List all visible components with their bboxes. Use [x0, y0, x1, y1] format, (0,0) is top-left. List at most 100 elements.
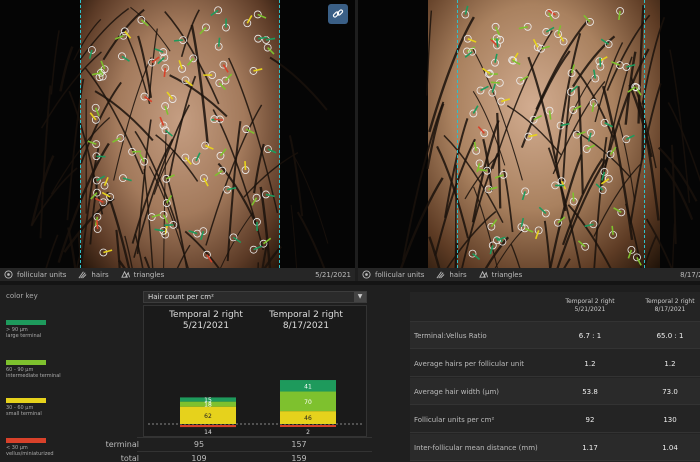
- color-swatch: [6, 398, 46, 403]
- hair-count-chart-panel: Hair count per cm² ▼ Temporal 2 right 5/…: [106, 285, 372, 462]
- hair-strand: [296, 211, 326, 268]
- row-value: 6.7 : 1: [578, 332, 602, 340]
- terminal-value: 157: [291, 440, 307, 449]
- color-swatch: [6, 360, 46, 365]
- column-date: 5/21/2021: [574, 306, 606, 313]
- row-value: 1.2: [584, 360, 596, 368]
- hair-strand: [39, 85, 52, 239]
- left-image-pane[interactable]: [0, 0, 355, 268]
- bar-value-label: 14: [204, 429, 212, 436]
- row-value: 1.17: [582, 444, 598, 452]
- bar-value-label: 2: [306, 429, 310, 436]
- bar-value-label: 41: [304, 383, 312, 390]
- row-value: 53.8: [582, 388, 598, 396]
- table-row: Inter-follicular mean distance (mm) 1.17 1…: [410, 434, 700, 461]
- row-value: 1.2: [664, 360, 676, 368]
- color-key-title: color key: [6, 292, 38, 300]
- stacked-bar-chart: Temporal 2 right 5/21/2021 Temporal 2 ri…: [143, 305, 367, 437]
- terminal-row: terminal 95 157: [106, 437, 372, 451]
- hair-strand: [399, 177, 444, 268]
- row-value: 65.0 : 1: [656, 332, 684, 340]
- follicular-units-label: follicular units: [375, 270, 425, 279]
- total-value: 159: [291, 454, 307, 462]
- row-value: 73.0: [662, 388, 678, 396]
- hairs-label: hairs: [91, 270, 109, 279]
- hairs-toggle[interactable]: hairs: [436, 270, 467, 279]
- row-label: Average hairs per follicular unit: [414, 360, 525, 368]
- table-header: Temporal 2 right 5/21/2021 Temporal 2 ri…: [410, 292, 700, 322]
- metric-select-value: Hair count per cm²: [148, 293, 214, 301]
- bar-value-label: 62: [204, 413, 212, 420]
- hairs-label: hairs: [449, 270, 467, 279]
- color-key-name: intermediate terminal: [6, 373, 61, 379]
- bar-value-label: 70: [304, 399, 312, 406]
- table-row: Follicular units per cm² 92 130: [410, 406, 700, 433]
- table-row: Average hairs per follicular unit 1.2 1.2: [410, 350, 700, 377]
- link-icon: [332, 9, 344, 18]
- table-row: Terminal:Vellus Ratio 6.7 : 1 65.0 : 1: [410, 322, 700, 349]
- total-value: 109: [191, 454, 207, 462]
- hair-strand: [426, 10, 433, 96]
- metrics-table: Temporal 2 right 5/21/2021 Temporal 2 ri…: [410, 292, 700, 462]
- region-of-interest[interactable]: [457, 0, 645, 268]
- row-label: total: [120, 454, 139, 462]
- image-date: 5/21/2021: [315, 270, 351, 279]
- row-label: Inter-follicular mean distance (mm): [414, 444, 538, 452]
- table-column-header: Temporal 2 right 5/21/2021: [552, 298, 628, 314]
- color-key-panel: color key > 90 µm large terminal 60 - 90 µ…: [0, 285, 137, 462]
- color-key-name: small terminal: [6, 411, 42, 417]
- follicular-units-icon: [362, 270, 371, 279]
- color-key-name: vellus/miniaturized: [6, 451, 54, 457]
- terminal-value: 95: [193, 440, 205, 449]
- bar-value-label: 15: [204, 397, 212, 404]
- app-root: follicular units hairs triangles 5/21/20…: [0, 0, 700, 462]
- row-label: Follicular units per cm²: [414, 416, 495, 424]
- column-date: 8/17/2021: [654, 306, 686, 313]
- follicular-units-label: follicular units: [17, 270, 67, 279]
- color-swatch: [6, 438, 46, 443]
- triangles-icon: [120, 270, 130, 278]
- table-row: Average hair width (µm) 53.8 73.0: [410, 378, 700, 405]
- table-column-header: Temporal 2 right 8/17/2021: [632, 298, 700, 314]
- image-date: 8/17/2021: [680, 270, 700, 279]
- hair-strand: [290, 204, 298, 268]
- follicular-units-toggle[interactable]: follicular units: [362, 270, 424, 279]
- row-value: 130: [663, 416, 677, 424]
- triangles-icon: [478, 270, 488, 278]
- row-label: Average hair width (µm): [414, 388, 499, 396]
- hair-strand: [45, 234, 59, 268]
- triangles-label: triangles: [491, 270, 523, 279]
- region-of-interest[interactable]: [80, 0, 280, 268]
- triangles-toggle[interactable]: triangles: [478, 270, 523, 279]
- row-label: Terminal:Vellus Ratio: [414, 332, 487, 340]
- bar-segment-vellus: [180, 425, 236, 428]
- metric-select[interactable]: Hair count per cm² ▼: [143, 291, 367, 303]
- bar-segment-vellus: [280, 425, 336, 427]
- spacer: [372, 285, 410, 462]
- column-title: Temporal 2 right: [565, 298, 615, 305]
- left-pane-toolbar: follicular units hairs triangles 5/21/20…: [0, 268, 355, 281]
- right-pane-toolbar: follicular units hairs triangles 8/17/20…: [358, 268, 700, 281]
- hairs-icon: [436, 271, 445, 279]
- right-image-pane[interactable]: [358, 0, 700, 268]
- hair-strand: [641, 16, 666, 105]
- row-value: 1.04: [662, 444, 678, 452]
- row-value: 92: [585, 416, 595, 424]
- triangles-toggle[interactable]: triangles: [120, 270, 165, 279]
- link-button[interactable]: [328, 4, 348, 24]
- follicular-units-icon: [4, 270, 13, 279]
- chart-bars: 621815144670412: [148, 380, 364, 436]
- total-row: total 109 159: [121, 451, 372, 462]
- chevron-down-icon[interactable]: ▼: [354, 292, 366, 302]
- hair-strand: [50, 30, 60, 95]
- follicular-units-toggle[interactable]: follicular units: [4, 270, 66, 279]
- bar-value-label: 46: [304, 415, 312, 422]
- color-key-name: large terminal: [6, 333, 42, 339]
- hairs-icon: [78, 271, 87, 279]
- hairs-toggle[interactable]: hairs: [78, 270, 109, 279]
- row-label: terminal: [105, 440, 139, 449]
- hair-strand: [288, 135, 304, 217]
- triangles-label: triangles: [133, 270, 165, 279]
- color-swatch: [6, 320, 46, 325]
- hair-strand: [671, 223, 676, 268]
